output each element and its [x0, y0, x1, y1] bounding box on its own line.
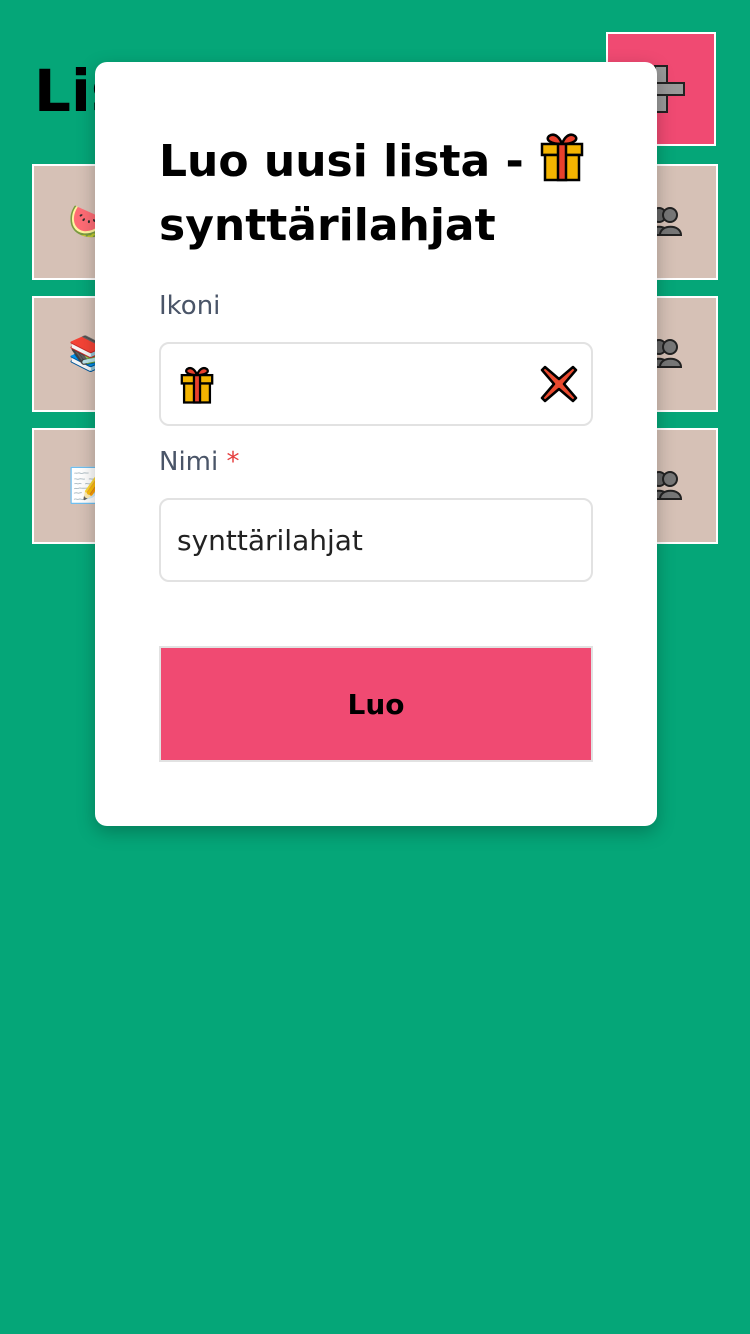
create-list-dialog: Luo uusi lista - synttärilahjat Ikoni Ni… — [95, 62, 657, 826]
name-field[interactable] — [159, 498, 593, 582]
create-button[interactable]: Luo — [159, 646, 593, 762]
gift-icon — [540, 133, 584, 182]
dialog-title: Luo uusi lista - synttärilahjat — [159, 130, 599, 258]
dialog-title-name: synttärilahjat — [159, 200, 496, 251]
icon-field-label: Ikoni — [159, 291, 221, 321]
name-field-label: Nimi * — [159, 446, 240, 478]
close-x-icon[interactable] — [539, 364, 579, 404]
gift-icon — [180, 366, 214, 404]
name-input[interactable] — [161, 500, 591, 580]
icon-picker-field[interactable] — [159, 342, 593, 426]
name-field-label-text: Nimi — [159, 447, 219, 477]
dialog-title-text: Luo uusi lista - — [159, 136, 540, 187]
required-mark: * — [226, 447, 240, 477]
